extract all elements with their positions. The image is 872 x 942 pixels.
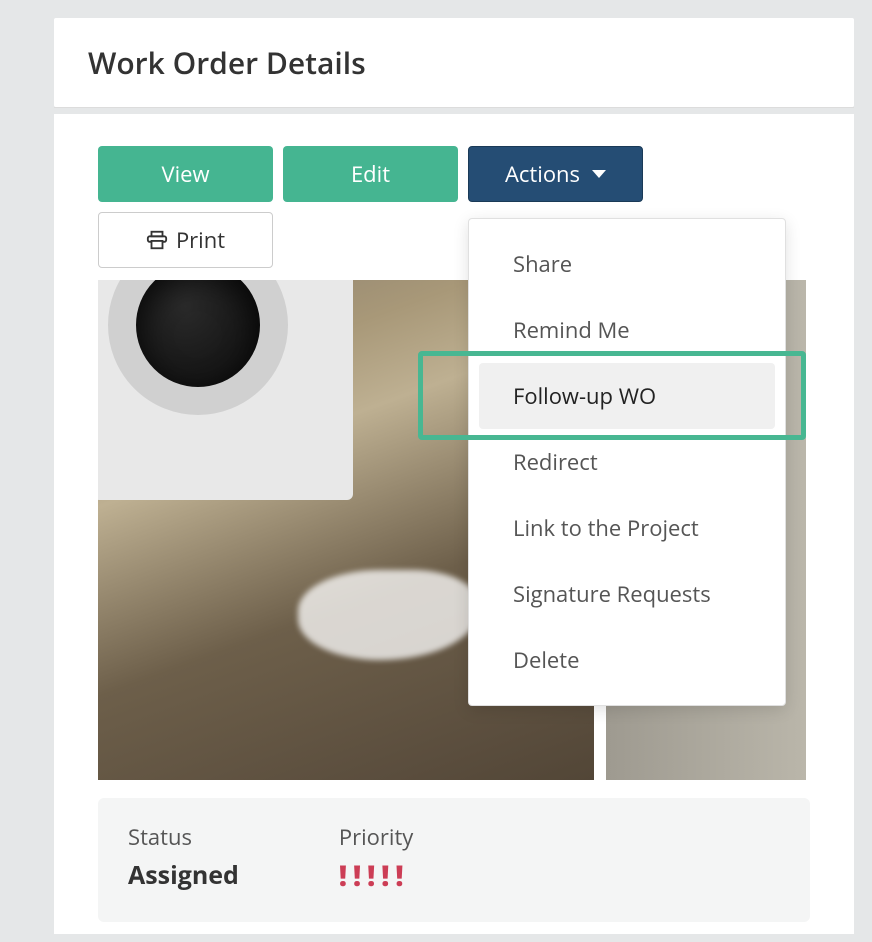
- priority-block: Priority !!!!!: [339, 822, 413, 892]
- dropdown-item-remind-me[interactable]: Remind Me: [469, 297, 785, 363]
- actions-button-label: Actions: [505, 159, 580, 189]
- status-value: Assigned: [128, 858, 239, 892]
- priority-indicator: !!!!!: [339, 862, 413, 890]
- info-panel: Status Assigned Priority !!!!!: [98, 798, 810, 922]
- view-button-label: View: [161, 159, 209, 189]
- edit-button[interactable]: Edit: [283, 146, 458, 202]
- actions-dropdown-button[interactable]: Actions: [468, 146, 643, 202]
- dropdown-item-share[interactable]: Share: [469, 231, 785, 297]
- header-divider: [54, 107, 854, 108]
- print-button[interactable]: Print: [98, 212, 273, 268]
- dropdown-item-follow-up-wo[interactable]: Follow-up WO: [479, 363, 775, 429]
- dropdown-item-link-to-project[interactable]: Link to the Project: [469, 495, 785, 561]
- printer-icon: [146, 229, 168, 251]
- view-button[interactable]: View: [98, 146, 273, 202]
- chevron-down-icon: [592, 170, 606, 178]
- print-button-label: Print: [176, 225, 225, 255]
- status-block: Status Assigned: [128, 822, 239, 892]
- dropdown-item-delete[interactable]: Delete: [469, 627, 785, 693]
- edit-button-label: Edit: [351, 159, 390, 189]
- dropdown-item-redirect[interactable]: Redirect: [469, 429, 785, 495]
- actions-dropdown-menu: Share Remind Me Follow-up WO Redirect Li…: [468, 218, 786, 706]
- button-toolbar: View Edit Actions Share Remind Me Follow…: [98, 146, 810, 268]
- dropdown-item-signature-requests[interactable]: Signature Requests: [469, 561, 785, 627]
- priority-label: Priority: [339, 822, 413, 852]
- page-title: Work Order Details: [88, 42, 820, 83]
- status-label: Status: [128, 822, 239, 852]
